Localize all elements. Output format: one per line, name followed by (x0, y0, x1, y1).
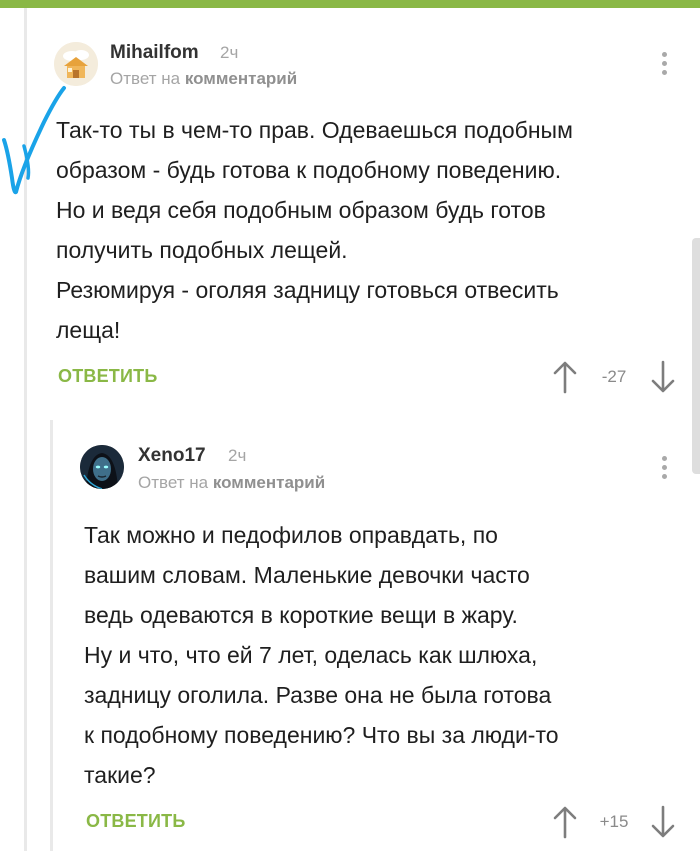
upvote-arrow-icon[interactable] (552, 805, 578, 839)
reply-to-link[interactable]: Ответ на комментарий (138, 473, 325, 493)
house-avatar-icon[interactable] (54, 42, 98, 86)
downvote-arrow-icon[interactable] (650, 360, 676, 394)
text-line: получить подобных лещей. (56, 237, 348, 263)
reply-to-target: комментарий (212, 473, 326, 492)
text-line: Резюмируя - оголяя задницу готовься отве… (56, 277, 559, 303)
text-line: Ну и что, что ей 7 лет, оделась как шлюх… (84, 642, 538, 668)
text-line: Так-то ты в чем-то прав. Одеваешься подо… (56, 117, 573, 143)
text-line: вашим словам. Маленькие девочки часто (84, 562, 530, 588)
checkmark-annotation-icon (2, 86, 66, 195)
author-name[interactable]: Xeno17 (138, 445, 206, 467)
reply-to-target: комментарий (184, 69, 298, 88)
character-avatar-icon[interactable] (80, 445, 124, 489)
text-line: Но и ведя себя подобным образом будь гот… (56, 197, 546, 223)
upvote-arrow-icon[interactable] (552, 360, 578, 394)
text-line: Так можно и педофилов оправдать, по (84, 522, 498, 548)
comment-time: 2ч (220, 43, 239, 62)
scrollbar-thumb[interactable] (692, 238, 700, 474)
reply-to-prefix: Ответ на (138, 473, 209, 492)
comment-text: Так-то ты в чем-то прав. Одеваешься подо… (56, 110, 573, 350)
reply-to-link[interactable]: Ответ на комментарий (110, 69, 297, 89)
reply-to-prefix: Ответ на (110, 69, 181, 88)
nested-thread-line (50, 420, 53, 851)
text-line: ведь одеваются в короткие вещи в жару. (84, 602, 518, 628)
more-options-icon[interactable] (659, 456, 669, 482)
reply-button[interactable]: ОТВЕТИТЬ (58, 366, 157, 387)
text-line: к подобному поведению? Что вы за люди-то (84, 722, 559, 748)
reply-button[interactable]: ОТВЕТИТЬ (86, 811, 185, 832)
comment-rating: -27 (601, 367, 627, 386)
author-name[interactable]: Mihailfom (110, 42, 199, 64)
comment-time: 2ч (228, 446, 247, 465)
more-options-icon[interactable] (659, 52, 669, 78)
comment-rating: +15 (599, 812, 629, 831)
text-line: такие? (84, 762, 156, 788)
comment-text: Так можно и педофилов оправдать, по ваши… (84, 515, 559, 795)
top-accent-bar (0, 0, 700, 8)
text-line: задницу оголила. Разве она не была готов… (84, 682, 552, 708)
text-line: леща! (56, 317, 121, 343)
text-line: образом - будь готова к подобному поведе… (56, 157, 562, 183)
downvote-arrow-icon[interactable] (650, 805, 676, 839)
